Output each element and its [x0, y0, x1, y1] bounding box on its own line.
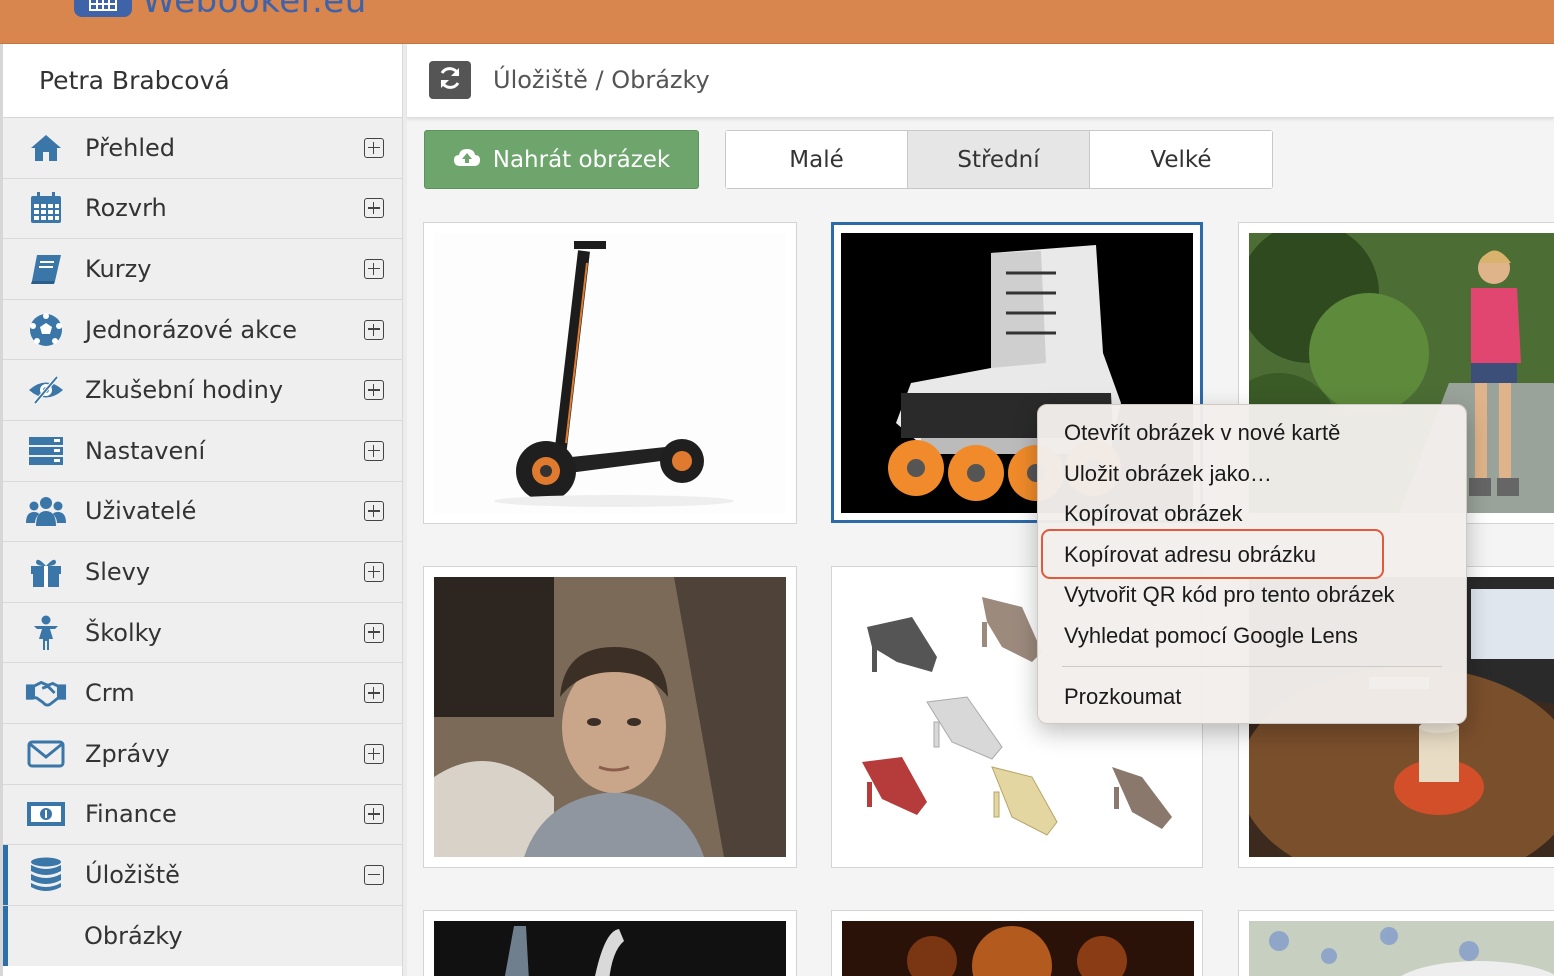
eye-slash-icon [25, 369, 67, 411]
sidebar-subitem-obrazky[interactable]: Obrázky [3, 905, 402, 966]
brand-name: Webooker.eu [142, 0, 367, 21]
sidebar-item-uloziste[interactable]: Úložiště [3, 845, 402, 906]
sidebar-item-label: Kurzy [85, 254, 152, 283]
partial-image-7[interactable] [434, 921, 786, 976]
expand-plus-icon[interactable] [364, 501, 384, 522]
sidebar-divider [403, 44, 407, 976]
size-small-button[interactable]: Malé [726, 131, 908, 188]
sidebar-item-label: Slevy [85, 557, 151, 586]
sidebar-item-slevy[interactable]: Slevy [3, 542, 402, 603]
menu-open-image-new-tab[interactable]: Otevřít obrázek v nové kartě [1038, 413, 1466, 454]
menu-inspect[interactable]: Prozkoumat [1038, 677, 1466, 718]
sidebar-item-crm[interactable]: Crm [3, 663, 402, 724]
upload-image-button[interactable]: Nahrát obrázek [424, 130, 699, 189]
sidebar-item-label: Školky [85, 618, 162, 647]
sidebar: Petra Brabcová Přehled Rozvrh Kurzy Jedn… [3, 44, 403, 976]
sidebar-item-kurzy[interactable]: Kurzy [3, 239, 402, 300]
expand-plus-icon[interactable] [364, 440, 384, 461]
size-medium-button[interactable]: Střední [908, 131, 1090, 188]
electric-scooter-image[interactable] [434, 233, 786, 513]
sidebar-item-uzivatele[interactable]: Uživatelé [3, 481, 402, 543]
sidebar-item-label: Zkušební hodiny [85, 376, 284, 405]
breadcrumb: Úložiště / Obrázky [493, 66, 710, 94]
image-tile[interactable] [1238, 910, 1554, 976]
expand-plus-icon[interactable] [364, 743, 384, 764]
child-icon [25, 612, 67, 654]
image-tile[interactable] [423, 566, 797, 868]
partial-image-8[interactable] [842, 921, 1194, 976]
expand-plus-icon[interactable] [364, 319, 384, 340]
book-icon [25, 248, 67, 290]
gift-icon [25, 551, 67, 593]
refresh-button[interactable] [429, 61, 471, 99]
expand-plus-icon[interactable] [364, 380, 384, 401]
sidebar-item-skolky[interactable]: Školky [3, 602, 402, 664]
menu-create-qr-code[interactable]: Vytvořit QR kód pro tento obrázek [1038, 575, 1466, 616]
sidebar-item-jednorazove-akce[interactable]: Jednorázové akce [3, 299, 402, 361]
users-icon [25, 490, 67, 532]
image-tile[interactable] [831, 910, 1203, 976]
user-name[interactable]: Petra Brabcová [3, 44, 402, 118]
sidebar-item-label: Nastavení [85, 436, 206, 465]
calendar-logo-icon [74, 0, 132, 17]
sidebar-item-label: Uživatelé [85, 497, 197, 526]
sidebar-item-label: Přehled [85, 133, 176, 162]
expand-plus-icon[interactable] [364, 804, 384, 825]
expand-plus-icon[interactable] [364, 561, 384, 582]
expand-plus-icon[interactable] [364, 137, 384, 158]
sidebar-item-label: Úložiště [85, 860, 180, 889]
home-icon [25, 127, 67, 169]
expand-plus-icon[interactable] [364, 258, 384, 279]
database-icon [25, 854, 67, 896]
partial-image-9[interactable] [1249, 921, 1554, 976]
sidebar-item-prehled[interactable]: Přehled [3, 118, 402, 179]
menu-save-image-as[interactable]: Uložit obrázek jako… [1038, 454, 1466, 495]
refresh-icon [437, 65, 463, 95]
main-header: Úložiště / Obrázky [407, 44, 1554, 118]
brand-logo[interactable]: Webooker.eu [74, 0, 367, 18]
calendar-icon [25, 187, 67, 229]
image-tile[interactable] [423, 910, 797, 976]
size-large-button[interactable]: Velké [1090, 131, 1272, 188]
sidebar-item-rozvrh[interactable]: Rozvrh [3, 178, 402, 240]
cloud-upload-icon [453, 147, 481, 173]
collapse-minus-icon[interactable] [364, 864, 384, 885]
sidebar-item-label: Jednorázové akce [85, 315, 297, 344]
image-tile[interactable] [423, 222, 797, 524]
thumbnail-size-group: Malé Střední Velké [725, 130, 1273, 189]
sidebar-item-finance[interactable]: Finance [3, 784, 402, 846]
handshake-icon [25, 672, 67, 714]
sidebar-item-zkusebni-hodiny[interactable]: Zkušební hodiny [3, 360, 402, 421]
server-icon [25, 430, 67, 472]
sidebar-item-label: Crm [85, 679, 135, 708]
sidebar-item-label: Zprávy [85, 739, 170, 768]
soccer-ball-icon [25, 309, 67, 351]
expand-plus-icon[interactable] [364, 622, 384, 643]
top-header: Webooker.eu [0, 0, 1554, 44]
sidebar-item-nastaveni[interactable]: Nastavení [3, 420, 402, 482]
sidebar-item-label: Rozvrh [85, 194, 167, 223]
menu-separator [1062, 666, 1442, 667]
expand-plus-icon[interactable] [364, 683, 384, 704]
upload-label: Nahrát obrázek [492, 146, 671, 173]
menu-search-google-lens[interactable]: Vyhledat pomocí Google Lens [1038, 616, 1466, 657]
sidebar-item-zpravy[interactable]: Zprávy [3, 723, 402, 785]
expand-plus-icon[interactable] [364, 198, 384, 219]
man-portrait-image[interactable] [434, 577, 786, 857]
money-bill-icon [25, 793, 67, 835]
envelope-icon [25, 733, 67, 775]
highlight-annotation [1041, 529, 1384, 579]
sidebar-item-label: Finance [85, 800, 177, 829]
